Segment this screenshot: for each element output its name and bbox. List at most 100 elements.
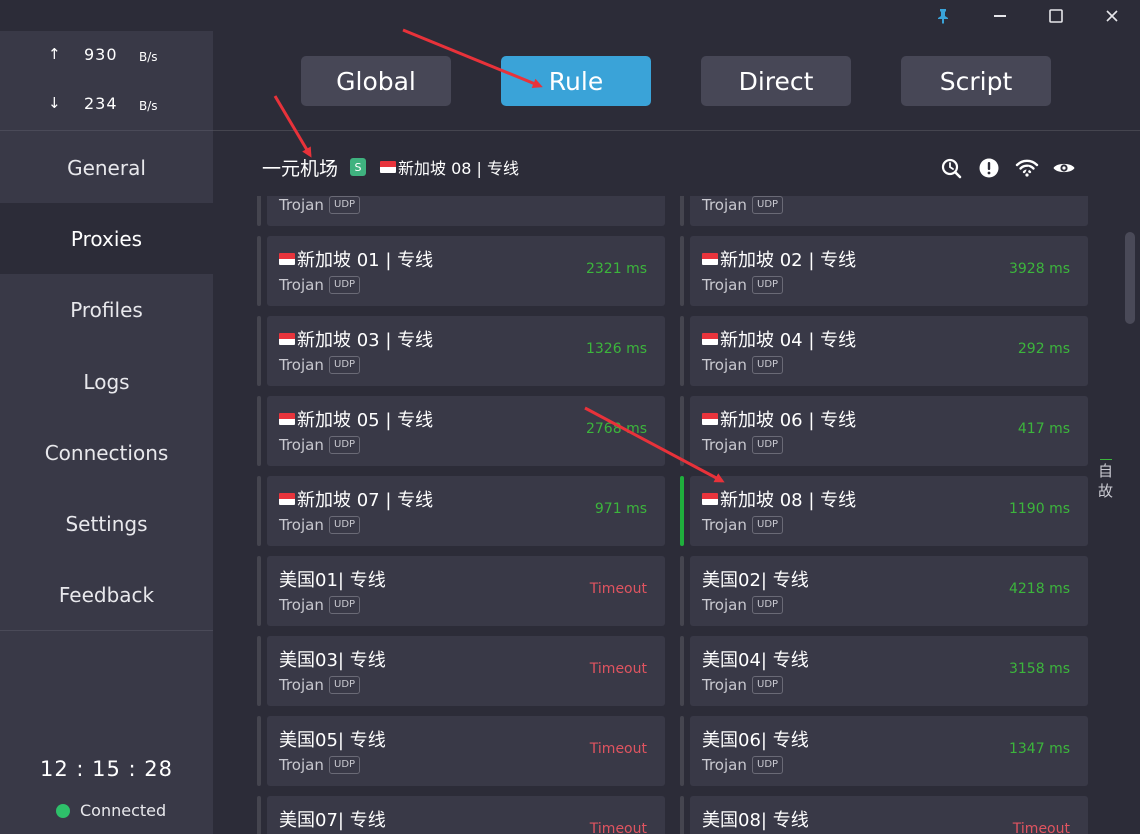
proxy-card[interactable]: 新加坡 06 | 专线 Trojan UDP 417 ms bbox=[680, 396, 1088, 466]
mode-direct-button[interactable]: Direct bbox=[701, 56, 851, 106]
eye-icon[interactable] bbox=[1052, 156, 1076, 180]
upload-rate: ↑ 930 B/s bbox=[0, 45, 213, 75]
proxy-delay[interactable]: 1347 ms bbox=[1009, 741, 1070, 757]
proxy-type: Trojan bbox=[279, 276, 324, 294]
proxy-card[interactable]: 美国08| 专线TrojanUDPTimeout bbox=[680, 796, 1088, 834]
proxy-delay[interactable]: 1326 ms bbox=[586, 341, 647, 357]
upload-unit: B/s bbox=[139, 50, 158, 64]
sidebar-item-feedback[interactable]: Feedback bbox=[0, 559, 213, 630]
download-value: 234 bbox=[84, 94, 118, 113]
proxy-card[interactable]: Trojan UDP 1234 ms bbox=[257, 196, 665, 226]
proxy-card[interactable]: 新加坡 04 | 专线 Trojan UDP 292 ms bbox=[680, 316, 1088, 386]
maximize-icon[interactable] bbox=[1028, 0, 1084, 31]
scrollbar-thumb[interactable] bbox=[1125, 232, 1135, 324]
proxy-type: Trojan bbox=[702, 516, 747, 534]
sidebar-item-settings[interactable]: Settings bbox=[0, 488, 213, 559]
header-divider bbox=[213, 130, 1140, 131]
card-indicator bbox=[257, 316, 261, 386]
proxy-delay[interactable]: 4218 ms bbox=[1009, 581, 1070, 597]
proxy-delay[interactable]: 417 ms bbox=[1018, 421, 1070, 437]
singapore-flag-icon bbox=[380, 161, 397, 173]
proxy-delay[interactable]: 971 ms bbox=[595, 501, 647, 517]
proxies-panel: Global Rule Direct Script 一元机场 S 新加坡 08 … bbox=[213, 31, 1140, 834]
alert-icon[interactable] bbox=[977, 156, 1001, 180]
proxy-name-text: 美国01| 专线 bbox=[279, 570, 386, 591]
proxy-name-text: 新加坡 02 | 专线 bbox=[720, 250, 857, 271]
proxy-type: Trojan bbox=[279, 516, 324, 534]
card-indicator bbox=[257, 796, 261, 834]
proxy-delay[interactable]: 3158 ms bbox=[1009, 661, 1070, 677]
sidebar-item-label: Proxies bbox=[70, 226, 143, 251]
sidebar-item-connections[interactable]: Connections bbox=[0, 417, 213, 488]
proxy-delay[interactable]: Timeout bbox=[590, 661, 647, 677]
proxy-list[interactable]: Trojan UDP 1234 ms Trojan UDP 1389 ms 新加坡 01 |… bbox=[257, 196, 1097, 834]
proxy-delay[interactable]: 292 ms bbox=[1018, 341, 1070, 357]
card-indicator bbox=[680, 796, 684, 834]
proxy-card[interactable]: 美国01| 专线 Trojan UDP Timeout bbox=[257, 556, 665, 626]
proxy-name: 美国08| 专线 bbox=[702, 806, 809, 832]
proxy-delay[interactable]: 1234 ms bbox=[586, 196, 647, 197]
proxy-name: 新加坡 08 | 专线 bbox=[702, 486, 856, 512]
proxy-card[interactable]: 新加坡 03 | 专线 Trojan UDP 1326 ms bbox=[257, 316, 665, 386]
udp-badge: UDP bbox=[752, 596, 784, 614]
proxy-type: Trojan bbox=[702, 676, 747, 694]
search-latency-icon[interactable] bbox=[940, 156, 964, 180]
proxy-name: 新加坡 04 | 专线 bbox=[702, 326, 856, 352]
card-indicator bbox=[680, 236, 684, 306]
group-type-badge: S bbox=[350, 158, 367, 176]
sidebar-item-label: Connections bbox=[44, 440, 169, 465]
sidebar-item-label: Logs bbox=[83, 369, 130, 394]
proxy-card[interactable]: 新加坡 08 | 专线 Trojan UDP 1190 ms bbox=[680, 476, 1088, 546]
proxy-card[interactable]: 新加坡 07 | 专线 Trojan UDP 971 ms bbox=[257, 476, 665, 546]
close-icon[interactable] bbox=[1084, 0, 1140, 31]
proxy-card[interactable]: Trojan UDP 1389 ms bbox=[680, 196, 1088, 226]
group-name: 一元机场 bbox=[262, 157, 339, 180]
proxy-card[interactable]: 美国06| 专线 Trojan UDP 1347 ms bbox=[680, 716, 1088, 786]
side-indicator-line bbox=[1100, 459, 1112, 460]
proxy-card[interactable]: 新加坡 02 | 专线 Trojan UDP 3928 ms bbox=[680, 236, 1088, 306]
sidebar-item-general[interactable]: General bbox=[0, 132, 213, 203]
mode-global-button[interactable]: Global bbox=[301, 56, 451, 106]
proxy-card[interactable]: 美国04| 专线 Trojan UDP 3158 ms bbox=[680, 636, 1088, 706]
sidebar-item-label: Settings bbox=[65, 511, 148, 536]
proxy-card[interactable]: 美国02| 专线 Trojan UDP 4218 ms bbox=[680, 556, 1088, 626]
proxy-delay[interactable]: Timeout bbox=[1013, 821, 1070, 834]
proxy-delay[interactable]: 1389 ms bbox=[1009, 196, 1070, 197]
udp-badge: UDP bbox=[752, 356, 784, 374]
proxy-delay[interactable]: 1190 ms bbox=[1009, 501, 1070, 517]
card-indicator bbox=[680, 556, 684, 626]
upload-arrow-icon: ↑ bbox=[48, 45, 61, 63]
sidebar-divider bbox=[0, 630, 213, 631]
proxy-type: Trojan bbox=[279, 676, 324, 694]
mode-rule-button[interactable]: Rule bbox=[501, 56, 651, 106]
sidebar-item-profiles[interactable]: Profiles bbox=[0, 274, 213, 345]
wifi-test-icon[interactable] bbox=[1015, 156, 1039, 180]
minimize-icon[interactable] bbox=[972, 0, 1028, 31]
proxy-delay[interactable]: Timeout bbox=[590, 741, 647, 757]
proxy-card[interactable]: 新加坡 05 | 专线 Trojan UDP 2768 ms bbox=[257, 396, 665, 466]
download-unit: B/s bbox=[139, 99, 158, 113]
sidebar-item-proxies[interactable]: Proxies bbox=[0, 203, 213, 274]
sidebar-item-logs[interactable]: Logs bbox=[0, 346, 213, 417]
card-indicator bbox=[257, 236, 261, 306]
mode-script-button[interactable]: Script bbox=[901, 56, 1051, 106]
proxy-type: Trojan bbox=[279, 756, 324, 774]
proxy-card[interactable]: 美国03| 专线 Trojan UDP Timeout bbox=[257, 636, 665, 706]
proxy-delay[interactable]: Timeout bbox=[590, 581, 647, 597]
proxy-card[interactable]: 美国05| 专线 Trojan UDP Timeout bbox=[257, 716, 665, 786]
proxy-delay[interactable]: 3928 ms bbox=[1009, 261, 1070, 277]
proxy-delay[interactable]: 2768 ms bbox=[586, 421, 647, 437]
udp-badge: UDP bbox=[329, 756, 361, 774]
proxy-delay[interactable]: 2321 ms bbox=[586, 261, 647, 277]
udp-badge: UDP bbox=[752, 756, 784, 774]
udp-badge: UDP bbox=[329, 676, 361, 694]
proxy-delay[interactable]: Timeout bbox=[590, 821, 647, 834]
group-selected-label: 新加坡 08 | 专线 bbox=[398, 159, 520, 178]
udp-badge: UDP bbox=[329, 356, 361, 374]
proxy-group-header[interactable]: 一元机场 S 新加坡 08 | 专线 bbox=[262, 155, 520, 180]
proxy-card[interactable]: 新加坡 01 | 专线 Trojan UDP 2321 ms bbox=[257, 236, 665, 306]
proxy-name-text: 新加坡 08 | 专线 bbox=[720, 490, 857, 511]
pin-icon[interactable] bbox=[915, 0, 971, 31]
proxy-card[interactable]: 美国07| 专线TrojanUDPTimeout bbox=[257, 796, 665, 834]
singapore-flag-icon bbox=[279, 253, 295, 265]
